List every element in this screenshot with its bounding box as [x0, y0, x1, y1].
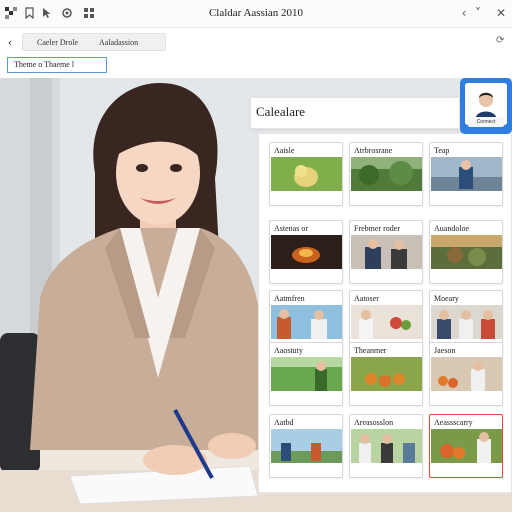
tile-image	[271, 429, 342, 463]
toolbar: ‹ Caeler Drole Aaladassion ⟳	[0, 28, 512, 56]
tile-image	[351, 235, 422, 269]
tile-image	[271, 357, 342, 391]
theme-input[interactable]: Theme o Thaeme l	[7, 57, 107, 73]
profile-connect-button[interactable]: Connect	[468, 117, 504, 127]
refresh-icon[interactable]: ⟳	[496, 35, 504, 46]
calendar-tile[interactable]: Areasosslon	[349, 414, 423, 478]
calendar-tile[interactable]: Jaeson	[429, 342, 503, 406]
calendar-tile[interactable]: Astenas or	[269, 220, 343, 284]
breadcrumb[interactable]: Caeler Drole Aaladassion	[22, 33, 166, 51]
profile-card[interactable]: Connect	[460, 78, 512, 134]
chevron-down-icon[interactable]: ˅	[470, 5, 486, 21]
calendar-tile[interactable]: Theanmer	[349, 342, 423, 406]
calendar-tile[interactable]: Frebmer roder	[349, 220, 423, 284]
calendar-tile[interactable]: Aatbd	[269, 414, 343, 478]
calendar-tile[interactable]: Teap	[429, 142, 503, 206]
breadcrumb-item[interactable]: Caeler Drole	[37, 38, 78, 47]
calendar-tile[interactable]: Auandoloe	[429, 220, 503, 284]
tile-image	[431, 429, 502, 463]
tile-image	[351, 357, 422, 391]
tile-image	[271, 305, 342, 339]
calendar-title: Calealare	[256, 104, 306, 119]
window-title: Claldar Aassian 2010	[208, 7, 304, 19]
tile-image	[271, 157, 342, 191]
calendar-tile[interactable]: Aaostuty	[269, 342, 343, 406]
calendar-tile[interactable]: Aaisle	[269, 142, 343, 206]
tile-image	[431, 357, 502, 391]
tile-image	[431, 305, 502, 339]
close-icon[interactable]: ✕	[493, 5, 509, 21]
tile-image	[351, 157, 422, 191]
breadcrumb-item[interactable]: Aaladassion	[99, 38, 138, 47]
title-bar: Claldar Aassian 2010 ‹ ˅ ✕	[0, 0, 512, 28]
tile-image	[431, 235, 502, 269]
calendar-tile-active[interactable]: Aeassscarry	[429, 414, 503, 478]
calendar-grid: Aaisle Atrbrosrane Teap Astenas or Frebm…	[258, 133, 512, 493]
tile-image	[351, 305, 422, 339]
tile-image	[271, 235, 342, 269]
tile-image	[351, 429, 422, 463]
calendar-header: Calealare	[250, 97, 460, 129]
calendar-tile[interactable]: Atrbrosrane	[349, 142, 423, 206]
back-arrow-icon[interactable]: ‹	[4, 36, 16, 49]
tile-image	[431, 157, 502, 191]
